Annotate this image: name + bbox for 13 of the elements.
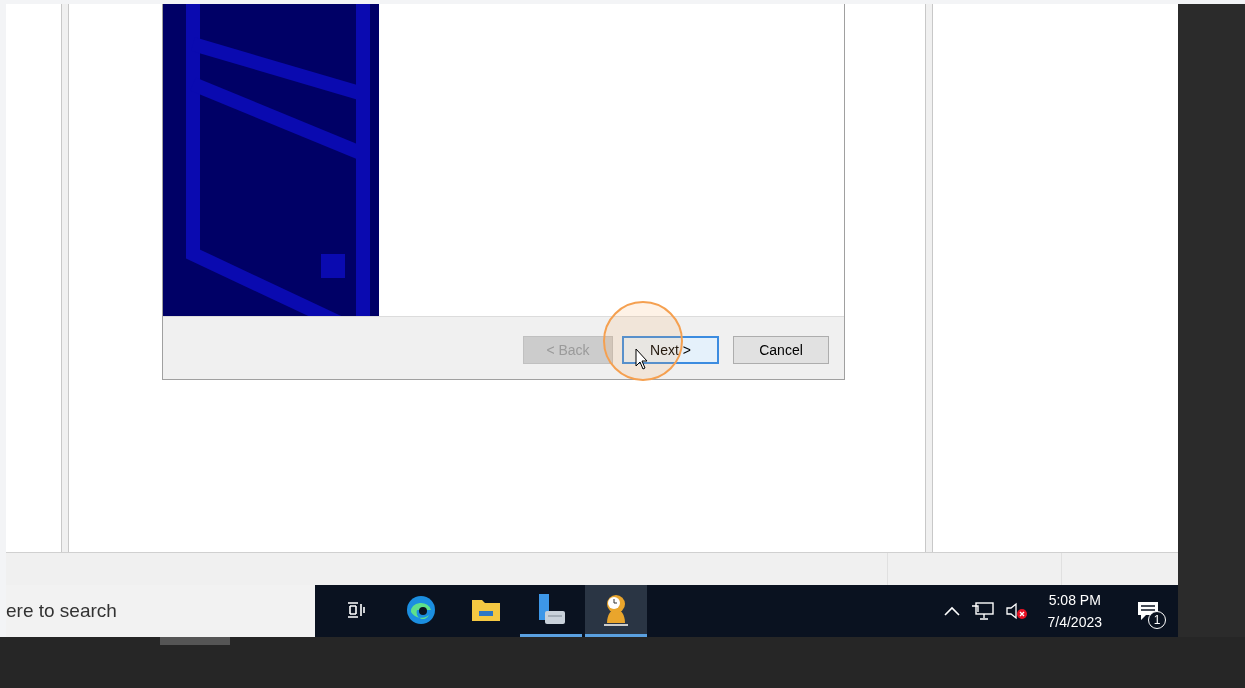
clock-date: 7/4/2023 [1047, 613, 1102, 632]
browser-icon [405, 593, 437, 626]
dialog-button[interactable]: Next > [622, 336, 719, 364]
search-field[interactable]: ere to search [6, 585, 315, 637]
notification-count: 1 [1148, 611, 1166, 629]
clock-person-icon [601, 592, 631, 627]
dialog-button[interactable]: Cancel [733, 336, 829, 364]
cursor-icon [635, 348, 649, 370]
taskbar-app-button[interactable] [585, 585, 647, 637]
task-view-icon [346, 599, 366, 620]
notifications-button[interactable]: 1 [1124, 585, 1172, 637]
clock-time: 5:08 PM [1048, 591, 1101, 610]
taskbar-clock[interactable]: 5:08 PM 7/4/2023 [1037, 585, 1112, 637]
